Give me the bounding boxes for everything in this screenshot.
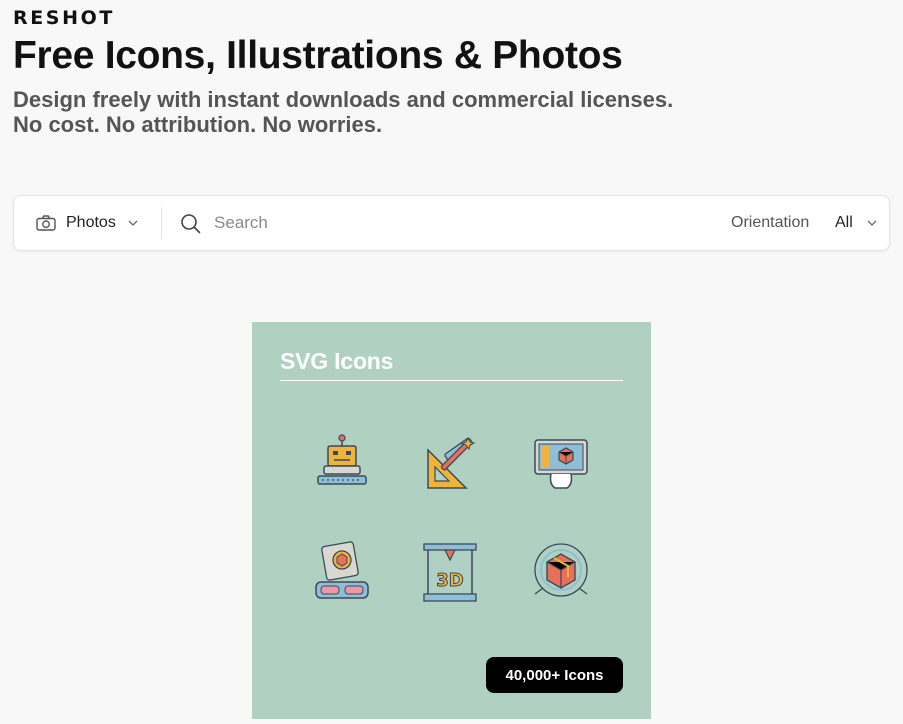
camera-icon — [36, 215, 56, 231]
reshot-logo[interactable]: RESHOT — [13, 8, 115, 28]
svg-icons-promo-card[interactable]: SVG Icons 3D 40,000+ Icons — [252, 322, 651, 719]
svg-text:3D: 3D — [436, 570, 463, 591]
vr-headset-icon — [315, 541, 369, 599]
page-subtitle-line2: No cost. No attribution. No worries. — [13, 112, 383, 137]
asset-type-dropdown[interactable]: Photos — [36, 196, 138, 250]
page-subtitle-line1: Design freely with instant downloads and… — [13, 87, 674, 112]
orientation-label: Orientation — [731, 214, 810, 231]
robot-icon — [317, 434, 367, 485]
asset-type-label: Photos — [66, 214, 116, 231]
icon-count-badge: 40,000+ Icons — [486, 657, 623, 693]
computer-3d-model-icon — [534, 439, 588, 489]
3d-cube-globe-icon — [534, 543, 588, 597]
chevron-down-icon — [128, 220, 138, 226]
drafting-tools-icon — [427, 436, 476, 489]
promo-title: SVG Icons — [280, 348, 394, 374]
orientation-dropdown[interactable]: All — [835, 196, 877, 250]
search-icon — [181, 214, 201, 234]
search-bar: Photos Orientation All — [13, 195, 890, 251]
promo-divider — [280, 380, 623, 381]
page-title: Free Icons, Illustrations & Photos — [13, 34, 623, 77]
orientation-value: All — [835, 214, 853, 231]
3d-printer-icon: 3D — [423, 543, 477, 602]
search-divider — [161, 207, 162, 239]
search-input[interactable] — [214, 208, 694, 238]
chevron-down-icon — [867, 220, 877, 226]
